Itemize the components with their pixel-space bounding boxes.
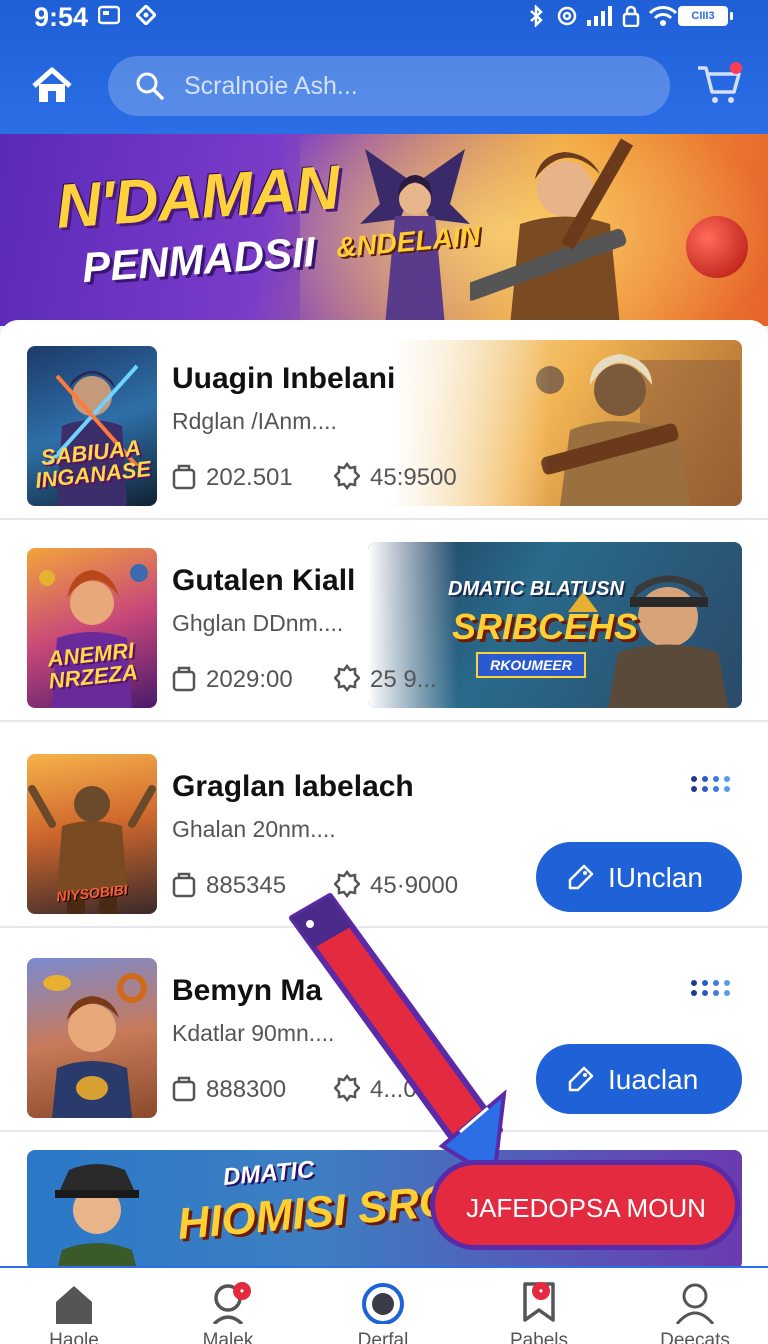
item-subtitle: Ghglan DDnm.... bbox=[172, 610, 344, 636]
nav-tab-deecats[interactable]: Deecats bbox=[640, 1268, 750, 1344]
list-item[interactable]: NIYSOBIBI Graglan labelach Ghalan 20nm..… bbox=[0, 728, 768, 928]
item-rating: 4...0 bbox=[370, 1076, 417, 1103]
tag-icon bbox=[568, 864, 594, 890]
screenshot-icon bbox=[97, 5, 121, 31]
status-bar: 9:54 CIII3 bbox=[0, 0, 768, 34]
item-downloads: 885345 bbox=[206, 872, 287, 899]
battery-icon: CIII3 bbox=[678, 6, 733, 26]
home-icon bbox=[56, 1286, 92, 1324]
download-count-icon bbox=[172, 666, 196, 692]
promo-top-text: DMATIC BLATUSN bbox=[448, 578, 624, 600]
tag-icon bbox=[568, 1066, 594, 1092]
home-icon bbox=[32, 67, 72, 102]
item-title: Bemyn Ma bbox=[172, 974, 323, 1007]
list-item[interactable]: ANEMRI NRZEZA DMATIC BLATUSN SRIBCEHS RK… bbox=[0, 522, 768, 722]
rating-icon bbox=[334, 1074, 360, 1102]
search-input[interactable]: Scralnoie Ash... bbox=[184, 72, 358, 101]
signal-icon bbox=[586, 5, 614, 33]
target-icon bbox=[362, 1283, 404, 1324]
profile-icon bbox=[675, 1283, 715, 1324]
notification-badge: • bbox=[532, 1282, 550, 1300]
location-icon bbox=[134, 3, 158, 31]
featured-banner-top: DMATIC bbox=[221, 1156, 316, 1191]
item-title: Gutalen Kiall bbox=[172, 564, 356, 597]
wifi-icon bbox=[648, 5, 678, 33]
item-downloads: 2029:00 bbox=[206, 666, 293, 693]
promo-banner[interactable]: N'DAMAN PENMADSII &NDELAIN bbox=[0, 134, 768, 326]
rating-icon bbox=[334, 462, 360, 490]
install-button[interactable]: IUnclan bbox=[536, 842, 742, 912]
game-thumbnail: ANEMRI NRZEZA bbox=[27, 548, 157, 708]
call-to-action-button[interactable]: JAFEDOPSA MOUN bbox=[430, 1160, 740, 1250]
rating-icon bbox=[334, 664, 360, 692]
lock-icon bbox=[622, 5, 640, 33]
game-list: SABIUAA INGANASE Uuagin Inbelani Rdglan … bbox=[0, 320, 768, 1266]
item-downloads: 202.501 bbox=[206, 464, 293, 491]
nav-label: Deecats bbox=[660, 1330, 730, 1344]
bottom-navigation: Haole • Malek Derfal • Pabels Deecats bbox=[0, 1266, 768, 1344]
download-count-icon bbox=[172, 872, 196, 898]
download-count-icon bbox=[172, 464, 196, 490]
game-thumbnail bbox=[27, 958, 157, 1118]
bluetooth-icon bbox=[528, 3, 546, 33]
at-icon bbox=[556, 5, 578, 33]
promo-title: SRIBCEHS bbox=[452, 606, 639, 647]
nav-label: Malek bbox=[202, 1330, 254, 1344]
item-downloads: 888300 bbox=[206, 1076, 287, 1103]
nav-tab-home[interactable]: Haole bbox=[19, 1268, 129, 1344]
install-button[interactable]: Iuaclan bbox=[536, 1044, 742, 1114]
home-button[interactable] bbox=[30, 64, 74, 108]
nav-label: Derfal bbox=[357, 1330, 409, 1344]
list-item[interactable]: Bemyn Ma Kdatlar 90mn.... 888300 4...0 I… bbox=[0, 932, 768, 1132]
notification-badge: • bbox=[233, 1282, 251, 1300]
rating-icon bbox=[334, 870, 360, 898]
game-thumbnail: SABIUAA INGANASE bbox=[27, 346, 157, 506]
status-time: 9:54 bbox=[34, 2, 89, 32]
nav-tab-derfal[interactable]: Derfal bbox=[328, 1268, 438, 1344]
item-subtitle: Ghalan 20nm.... bbox=[172, 816, 336, 842]
game-thumbnail: NIYSOBIBI bbox=[27, 754, 157, 914]
nav-label: Haole bbox=[49, 1330, 99, 1344]
boy-character-image bbox=[43, 973, 147, 1118]
grenade-image bbox=[686, 216, 748, 278]
item-rating: 45·9000 bbox=[370, 872, 459, 899]
nav-label: Pabels bbox=[509, 1330, 569, 1344]
install-button-label: Iuaclan bbox=[608, 1064, 699, 1095]
nav-tab-malek[interactable]: • Malek bbox=[173, 1268, 283, 1344]
hero-character-image bbox=[470, 138, 634, 326]
promo-ribbon: RKOUMEER bbox=[476, 652, 586, 678]
top-app-bar: 9:54 CIII3 Scralnoie Ash... bbox=[0, 0, 768, 134]
item-title: Graglan labelach bbox=[172, 770, 414, 803]
cart-notification-dot bbox=[730, 62, 742, 74]
download-count-icon bbox=[172, 1076, 196, 1102]
explorer-image bbox=[55, 1164, 139, 1266]
item-rating: 25 9... bbox=[370, 666, 437, 693]
item-subtitle: Rdglan /IAnm.... bbox=[172, 408, 337, 434]
call-to-action-label: JAFEDOPSA MOUN bbox=[466, 1193, 706, 1223]
more-options-icon[interactable] bbox=[690, 774, 734, 794]
install-button-label: IUnclan bbox=[608, 862, 703, 893]
list-item[interactable]: SABIUAA INGANASE Uuagin Inbelani Rdglan … bbox=[0, 320, 768, 520]
search-bar[interactable]: Scralnoie Ash... bbox=[108, 56, 670, 116]
more-options-icon[interactable] bbox=[690, 978, 734, 998]
item-subtitle: Kdatlar 90mn.... bbox=[172, 1020, 335, 1046]
item-rating: 45:9500 bbox=[370, 464, 457, 491]
nav-tab-pabels[interactable]: • Pabels bbox=[484, 1268, 594, 1344]
item-title: Uuagin Inbelani bbox=[172, 362, 396, 395]
search-icon bbox=[136, 72, 164, 100]
